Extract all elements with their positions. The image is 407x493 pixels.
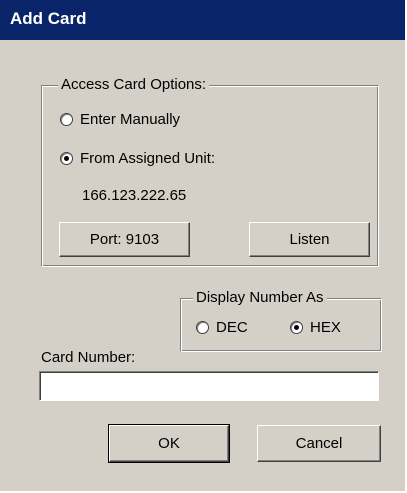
dec-label: DEC <box>216 319 248 336</box>
ok-button[interactable]: OK <box>108 424 230 463</box>
access-card-options-legend: Access Card Options: <box>58 76 210 94</box>
dialog-title: Add Card <box>10 9 87 28</box>
dec-radio-indicator <box>196 321 209 334</box>
dec-radio[interactable]: DEC <box>196 319 248 336</box>
display-number-as-legend: Display Number As <box>193 289 327 307</box>
listen-button[interactable]: Listen <box>249 222 370 257</box>
from-assigned-unit-radio[interactable]: From Assigned Unit: <box>60 150 215 167</box>
card-number-label: Card Number: <box>41 349 136 366</box>
card-number-input[interactable] <box>39 371 379 401</box>
cancel-button[interactable]: Cancel <box>257 425 381 462</box>
from-assigned-unit-label: From Assigned Unit: <box>80 150 216 167</box>
enter-manually-radio-indicator <box>60 113 73 126</box>
title-bar[interactable]: Add Card <box>0 0 405 40</box>
hex-radio[interactable]: HEX <box>290 319 341 336</box>
port-button[interactable]: Port: 9103 <box>59 222 190 257</box>
hex-label: HEX <box>310 319 341 336</box>
add-card-dialog: Add Card Access Card Options: Enter Manu… <box>0 0 407 493</box>
from-assigned-unit-radio-indicator <box>60 152 73 165</box>
hex-radio-indicator <box>290 321 303 334</box>
enter-manually-radio[interactable]: Enter Manually <box>60 111 180 128</box>
unit-address: 166.123.222.65 <box>82 187 187 204</box>
enter-manually-label: Enter Manually <box>80 111 181 128</box>
